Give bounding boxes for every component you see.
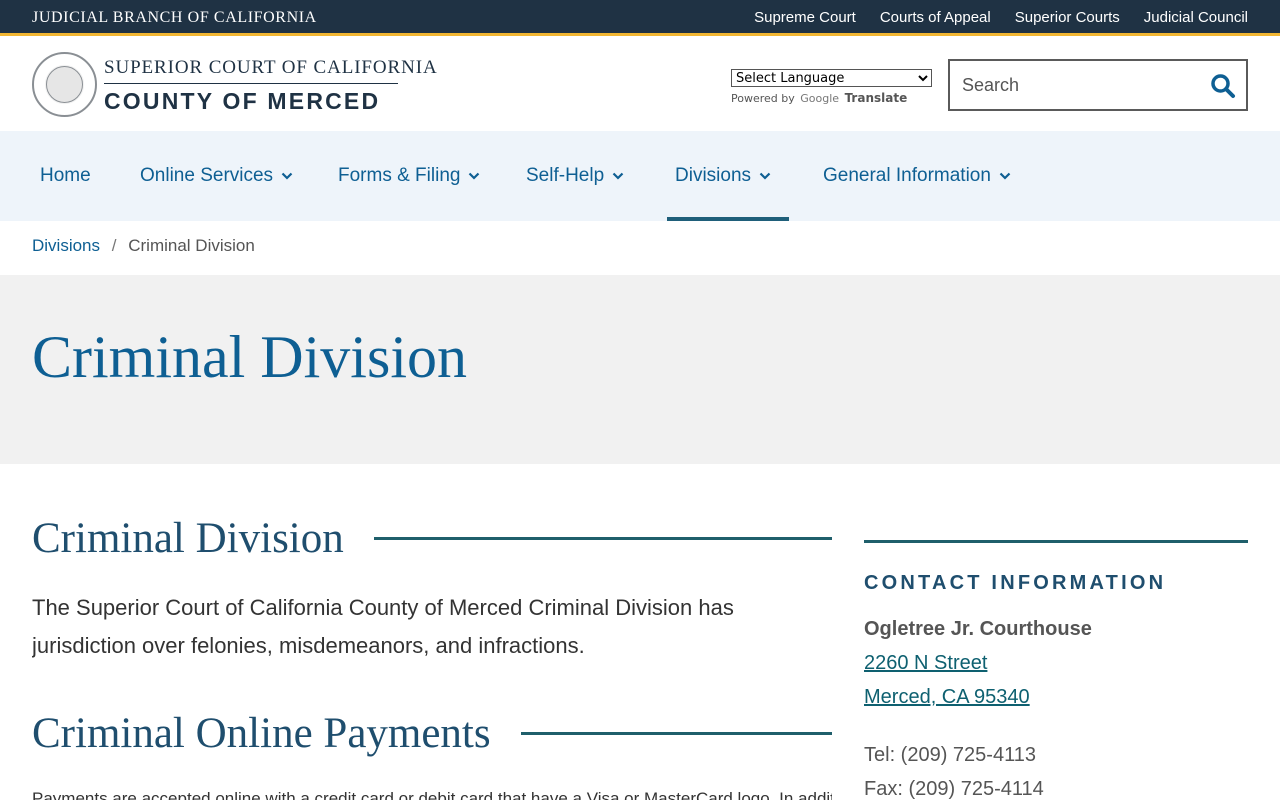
contact-information-title: CONTACT INFORMATION bbox=[864, 572, 1167, 594]
link-courts-of-appeal[interactable]: Courts of Appeal bbox=[880, 9, 991, 26]
online-payments-description: Payments are accepted online with a cred… bbox=[32, 789, 832, 800]
chevron-down-icon bbox=[281, 172, 293, 180]
nav-general-information[interactable]: General Information bbox=[823, 131, 1011, 221]
nav-self-help[interactable]: Self-Help bbox=[526, 131, 624, 221]
address-street-link[interactable]: 2260 N Street bbox=[864, 652, 987, 675]
seal-center bbox=[46, 66, 83, 103]
section-heading-criminal-division: Criminal Division bbox=[32, 514, 832, 563]
nav-forms-filing[interactable]: Forms & Filing bbox=[338, 131, 480, 221]
main-nav: Home Online Services Forms & Filing Self… bbox=[0, 131, 1280, 221]
main-content: Criminal Division The Superior Court of … bbox=[32, 464, 832, 800]
link-superior-courts[interactable]: Superior Courts bbox=[1015, 9, 1120, 26]
chevron-down-icon bbox=[999, 172, 1011, 180]
heading-rule bbox=[373, 537, 832, 540]
court-name-line1: SUPERIOR COURT OF CALIFORNIA bbox=[104, 57, 437, 84]
google-translate-widget: Select Language Powered by Google Transl… bbox=[731, 69, 932, 105]
translate-text: Translate bbox=[844, 91, 908, 105]
page-hero: Criminal Division bbox=[0, 275, 1280, 464]
sidebar-rule bbox=[864, 540, 1248, 543]
breadcrumb-separator: / bbox=[111, 236, 117, 255]
link-judicial-council[interactable]: Judicial Council bbox=[1144, 9, 1248, 26]
court-seal-logo[interactable] bbox=[32, 52, 97, 117]
powered-by-text: Powered by bbox=[731, 92, 795, 105]
court-name-line2: COUNTY OF MERCED bbox=[104, 88, 381, 114]
nav-forms-filing-label: Forms & Filing bbox=[338, 165, 461, 186]
chevron-down-icon bbox=[612, 172, 624, 180]
heading-rule bbox=[520, 732, 832, 735]
nav-divisions-label: Divisions bbox=[675, 165, 752, 186]
powered-by-google: Powered by Google Translate bbox=[731, 91, 932, 105]
search-input[interactable] bbox=[962, 73, 1192, 97]
page-title: Criminal Division bbox=[32, 324, 467, 390]
fax-number: Fax: (209) 725-4114 bbox=[864, 778, 1044, 800]
judicial-branch-bar: JUDICIAL BRANCH OF CALIFORNIA Supreme Co… bbox=[0, 0, 1280, 36]
telephone-number: Tel: (209) 725-4113 bbox=[864, 744, 1036, 766]
breadcrumb: Divisions / Criminal Division bbox=[32, 236, 255, 256]
section-title: Criminal Online Payments bbox=[32, 710, 491, 757]
google-logo-text[interactable]: Google bbox=[800, 92, 839, 105]
court-name-logo[interactable]: SUPERIOR COURT OF CALIFORNIA COUNTY OF M… bbox=[104, 57, 437, 115]
section-heading-online-payments: Criminal Online Payments bbox=[32, 709, 832, 758]
nav-home[interactable]: Home bbox=[40, 131, 91, 221]
link-supreme-court[interactable]: Supreme Court bbox=[754, 9, 856, 26]
nav-divisions[interactable]: Divisions bbox=[666, 131, 790, 221]
language-select[interactable]: Select Language bbox=[731, 69, 932, 87]
breadcrumb-divisions[interactable]: Divisions bbox=[32, 236, 100, 255]
section-title: Criminal Division bbox=[32, 515, 344, 562]
search-icon[interactable] bbox=[1210, 73, 1236, 99]
address-city-link[interactable]: Merced, CA 95340 bbox=[864, 686, 1030, 709]
judicial-branch-brand[interactable]: JUDICIAL BRANCH OF CALIFORNIA bbox=[32, 9, 317, 27]
search-box bbox=[948, 59, 1248, 111]
courthouse-name: Ogletree Jr. Courthouse bbox=[864, 618, 1092, 640]
site-header: SUPERIOR COURT OF CALIFORNIA COUNTY OF M… bbox=[0, 39, 1280, 131]
breadcrumb-current: Criminal Division bbox=[128, 236, 255, 255]
criminal-division-description: The Superior Court of California County … bbox=[32, 595, 734, 658]
chevron-down-icon bbox=[759, 172, 771, 180]
judicial-links: Supreme Court Courts of Appeal Superior … bbox=[754, 9, 1248, 26]
nav-general-information-label: General Information bbox=[823, 165, 991, 186]
contact-sidebar: CONTACT INFORMATION Ogletree Jr. Courtho… bbox=[864, 464, 1248, 800]
nav-online-services[interactable]: Online Services bbox=[140, 131, 293, 221]
nav-online-services-label: Online Services bbox=[140, 165, 274, 186]
chevron-down-icon bbox=[469, 172, 480, 180]
nav-home-label: Home bbox=[40, 165, 91, 186]
nav-self-help-label: Self-Help bbox=[526, 165, 605, 186]
